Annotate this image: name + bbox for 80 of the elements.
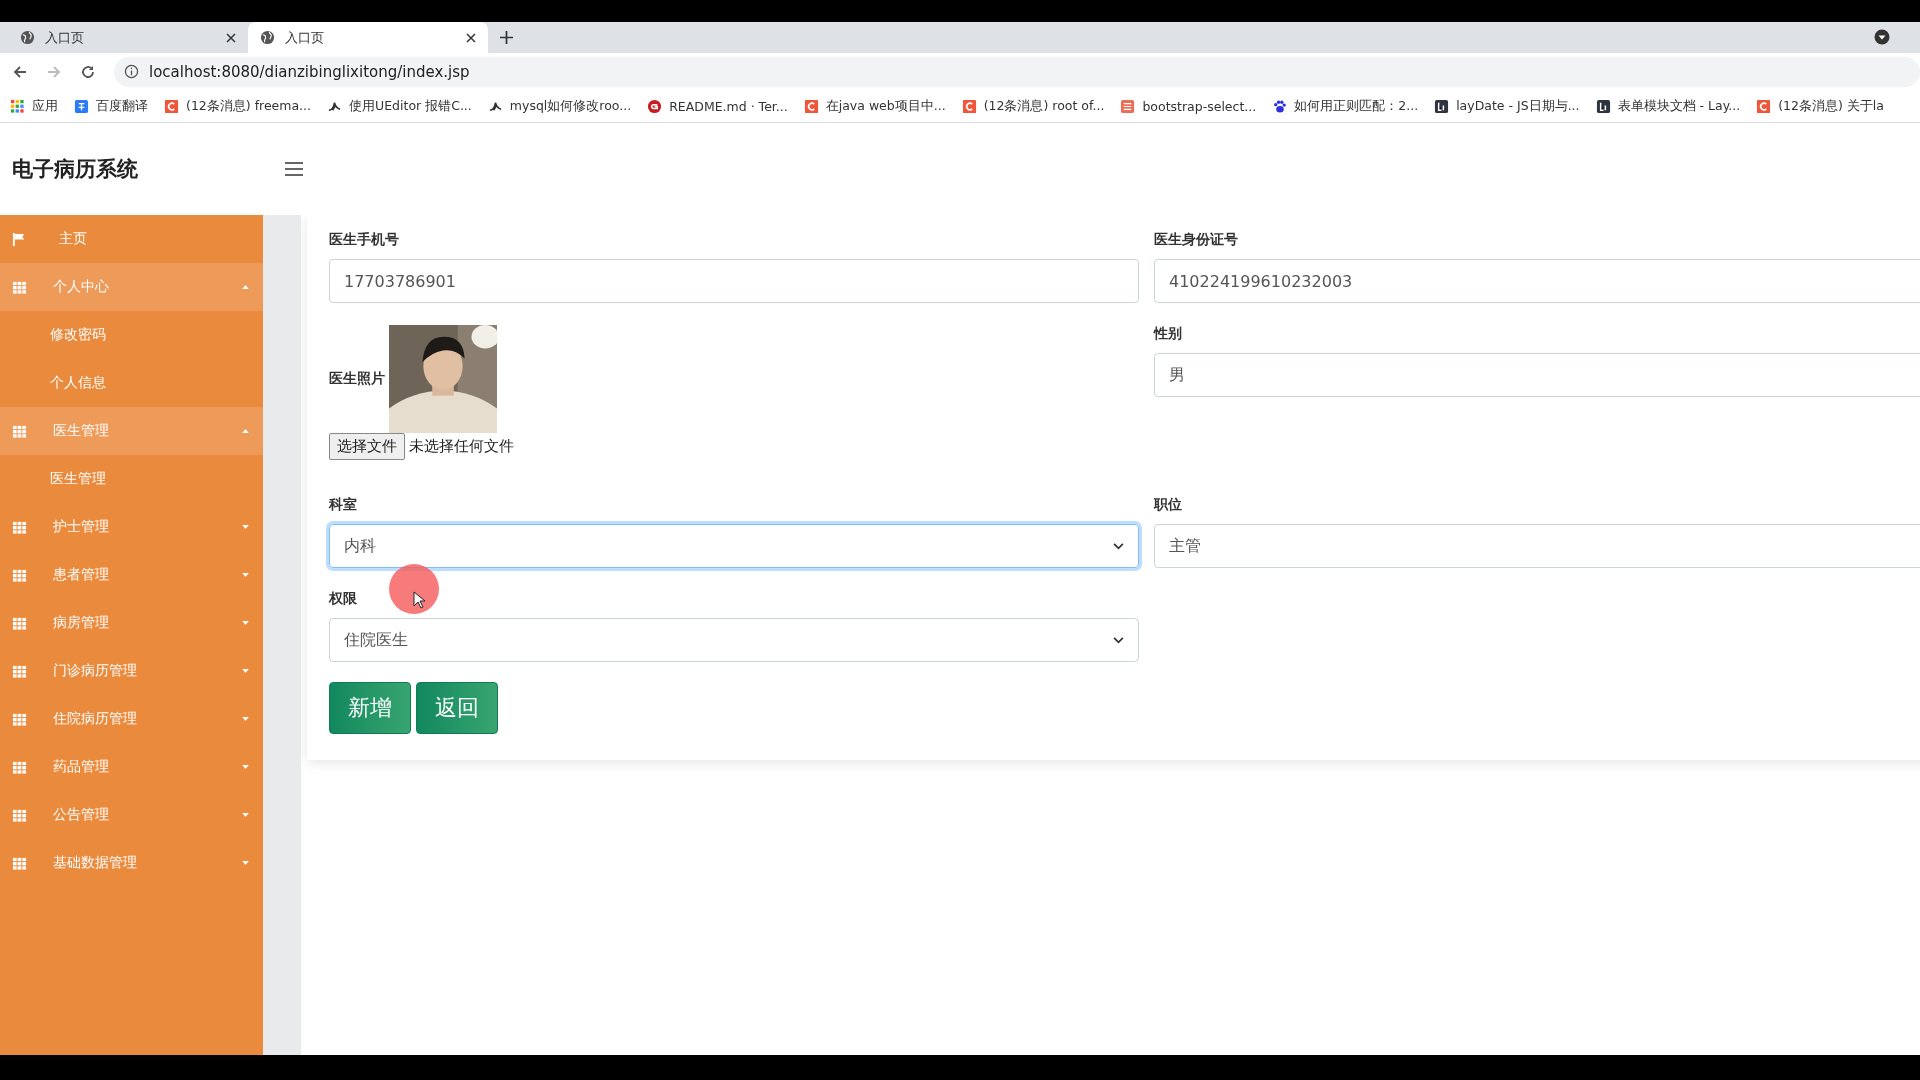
form-button[interactable]: 返回 — [416, 682, 498, 734]
chevron-down-icon — [1113, 542, 1124, 550]
bookmark[interactable]: 应用 — [10, 97, 58, 115]
g-logo-icon — [647, 98, 663, 114]
bookmark[interactable]: bootstrap-select... — [1120, 98, 1257, 114]
globe-icon — [260, 30, 275, 45]
field-label: 科室 — [329, 496, 357, 514]
c-logo-icon — [803, 98, 819, 114]
choose-file-button[interactable]: 选择文件 — [329, 433, 405, 460]
back-icon[interactable] — [12, 63, 28, 80]
browser-tab[interactable]: 入口页 — [248, 22, 488, 53]
field-label: 医生照片 — [329, 370, 385, 388]
globe-icon — [20, 30, 35, 45]
bookmark[interactable]: (12条消息) 关于la — [1756, 97, 1884, 115]
select-field[interactable]: 住院医生 — [329, 618, 1139, 662]
dropdown-icon[interactable] — [1874, 29, 1890, 45]
caret-up-icon — [242, 429, 249, 433]
close-icon[interactable] — [466, 32, 476, 43]
l-logo-icon — [1434, 98, 1450, 114]
bookmark[interactable]: layDate - JS日期与... — [1434, 97, 1580, 115]
bookmark[interactable]: 使用UEditor 报错C... — [327, 97, 472, 115]
l-logo-icon — [1595, 98, 1611, 114]
bookmark[interactable]: (12条消息) root of... — [961, 97, 1105, 115]
info-icon[interactable] — [124, 64, 139, 79]
apps-icon — [10, 98, 25, 114]
grid-icon — [12, 423, 27, 439]
grid-icon — [12, 711, 27, 727]
text-field[interactable]: 410224199610232003 — [1154, 259, 1920, 303]
grid-icon — [12, 807, 27, 823]
translate-icon — [74, 98, 89, 114]
caret-down-icon — [242, 861, 249, 865]
field-label: 性别 — [1154, 325, 1182, 343]
caret-down-icon — [242, 669, 249, 673]
grid-icon — [12, 663, 27, 679]
address-bar[interactable]: localhost:8080/dianzibinglixitong/index.jsp — [114, 56, 1920, 87]
text-field[interactable]: 主管 — [1154, 524, 1920, 568]
field-label: 医生手机号 — [329, 231, 399, 249]
bookmark[interactable]: 百度翻译 — [74, 97, 148, 115]
caret-down-icon — [242, 813, 249, 817]
browser-tab[interactable]: 入口页 — [8, 22, 248, 53]
bookmark[interactable]: README.md · Ter... — [647, 98, 788, 114]
grid-icon — [12, 615, 27, 631]
field-label: 医生身份证号 — [1154, 231, 1238, 249]
c-logo-icon — [961, 98, 977, 114]
grid-icon — [12, 279, 27, 295]
c-logo-icon — [164, 98, 179, 114]
close-icon[interactable] — [226, 32, 236, 43]
text-field[interactable]: 17703786901 — [329, 259, 1139, 303]
c-logo-icon — [1756, 98, 1772, 114]
grid-icon — [12, 567, 27, 583]
caret-down-icon — [242, 717, 249, 721]
caret-down-icon — [242, 765, 249, 769]
bookmark[interactable]: 在java web项目中... — [803, 97, 946, 115]
grid-icon — [12, 519, 27, 535]
form-button[interactable]: 新增 — [329, 682, 411, 734]
caret-down-icon — [242, 573, 249, 577]
grid-icon — [12, 855, 27, 871]
field-label: 权限 — [329, 590, 357, 608]
bookmark[interactable]: mysql如何修改roo... — [487, 97, 632, 115]
text-field[interactable]: 男 — [1154, 353, 1920, 397]
grid-icon — [12, 759, 27, 775]
bookmark[interactable]: 表单模块文档 - Lay... — [1595, 97, 1741, 115]
plus-icon[interactable] — [500, 31, 513, 44]
menu-icon[interactable] — [284, 161, 304, 177]
url-text: localhost:8080/dianzibinglixitong/index.jsp — [149, 62, 470, 81]
bookmark[interactable]: 如何用正则匹配：2... — [1272, 97, 1419, 115]
file-status: 未选择任何文件 — [409, 437, 514, 456]
caret-down-icon — [242, 621, 249, 625]
pointer-icon — [413, 591, 425, 609]
paw-icon — [1272, 98, 1288, 114]
select-field[interactable]: 内科 — [329, 524, 1139, 568]
app-title: 电子病历系统 — [12, 156, 139, 183]
field-label: 职位 — [1154, 496, 1182, 514]
chevron-down-icon — [1113, 636, 1124, 644]
reload-icon[interactable] — [80, 63, 96, 80]
bookmark[interactable]: (12条消息) freema... — [164, 97, 312, 115]
caret-down-icon — [242, 525, 249, 529]
flag-icon — [12, 231, 27, 247]
caret-up-icon — [242, 285, 249, 289]
square-logo-icon — [1120, 98, 1136, 114]
